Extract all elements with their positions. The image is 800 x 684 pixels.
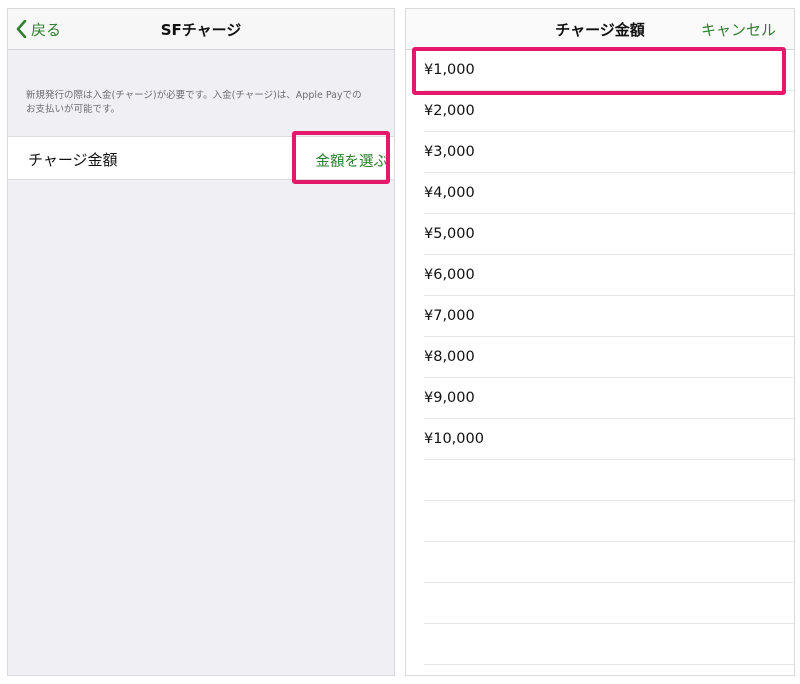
- charge-amount-picker: チャージ金額 キャンセル ¥1,000 ¥2,000 ¥3,000 ¥4,000 ¥5,…: [405, 8, 795, 676]
- amount-option[interactable]: ¥5,000: [424, 214, 794, 255]
- amount-option[interactable]: ¥6,000: [424, 255, 794, 296]
- amount-label: ¥9,000: [424, 390, 475, 406]
- amount-label: ¥8,000: [424, 349, 475, 365]
- amount-option[interactable]: ¥7,000: [424, 296, 794, 337]
- amount-label: ¥6,000: [424, 267, 475, 283]
- empty-row: [424, 501, 794, 542]
- amount-label: ¥4,000: [424, 185, 475, 201]
- amount-label: ¥10,000: [424, 431, 484, 447]
- amount-label: ¥1,000: [424, 62, 475, 78]
- amount-label: ¥5,000: [424, 226, 475, 242]
- amount-list: ¥1,000 ¥2,000 ¥3,000 ¥4,000 ¥5,000 ¥6,000 ¥7,0…: [406, 50, 794, 665]
- choose-amount-button[interactable]: 金額を選ぶ: [316, 150, 389, 171]
- navigation-bar: チャージ金額 キャンセル: [406, 9, 794, 50]
- empty-row: [424, 542, 794, 583]
- amount-label: ¥3,000: [424, 144, 475, 160]
- cancel-button[interactable]: キャンセル: [701, 19, 776, 40]
- page-title: SFチャージ: [160, 21, 242, 39]
- amount-option[interactable]: ¥2,000: [424, 91, 794, 132]
- amount-option[interactable]: ¥9,000: [424, 378, 794, 419]
- sf-charge-screen: 戻る SFチャージ 新規発行の際は入金(チャージ)が必要です。入金(チャージ)は…: [7, 8, 395, 676]
- info-note: 新規発行の際は入金(チャージ)が必要です。入金(チャージ)は、Apple Pay…: [26, 90, 362, 115]
- amount-option[interactable]: ¥4,000: [424, 173, 794, 214]
- navigation-bar: 戻る SFチャージ: [8, 9, 394, 50]
- charge-amount-row[interactable]: チャージ金額 金額を選ぶ: [8, 136, 394, 180]
- empty-row: [424, 583, 794, 624]
- amount-option[interactable]: ¥8,000: [424, 337, 794, 378]
- amount-option[interactable]: ¥1,000: [424, 50, 794, 91]
- empty-row: [424, 624, 794, 665]
- amount-option[interactable]: ¥3,000: [424, 132, 794, 173]
- amount-label: ¥7,000: [424, 308, 475, 324]
- amount-label: ¥2,000: [424, 103, 475, 119]
- empty-row: [424, 460, 794, 501]
- amount-option[interactable]: ¥10,000: [424, 419, 794, 460]
- charge-amount-label: チャージ金額: [28, 151, 118, 169]
